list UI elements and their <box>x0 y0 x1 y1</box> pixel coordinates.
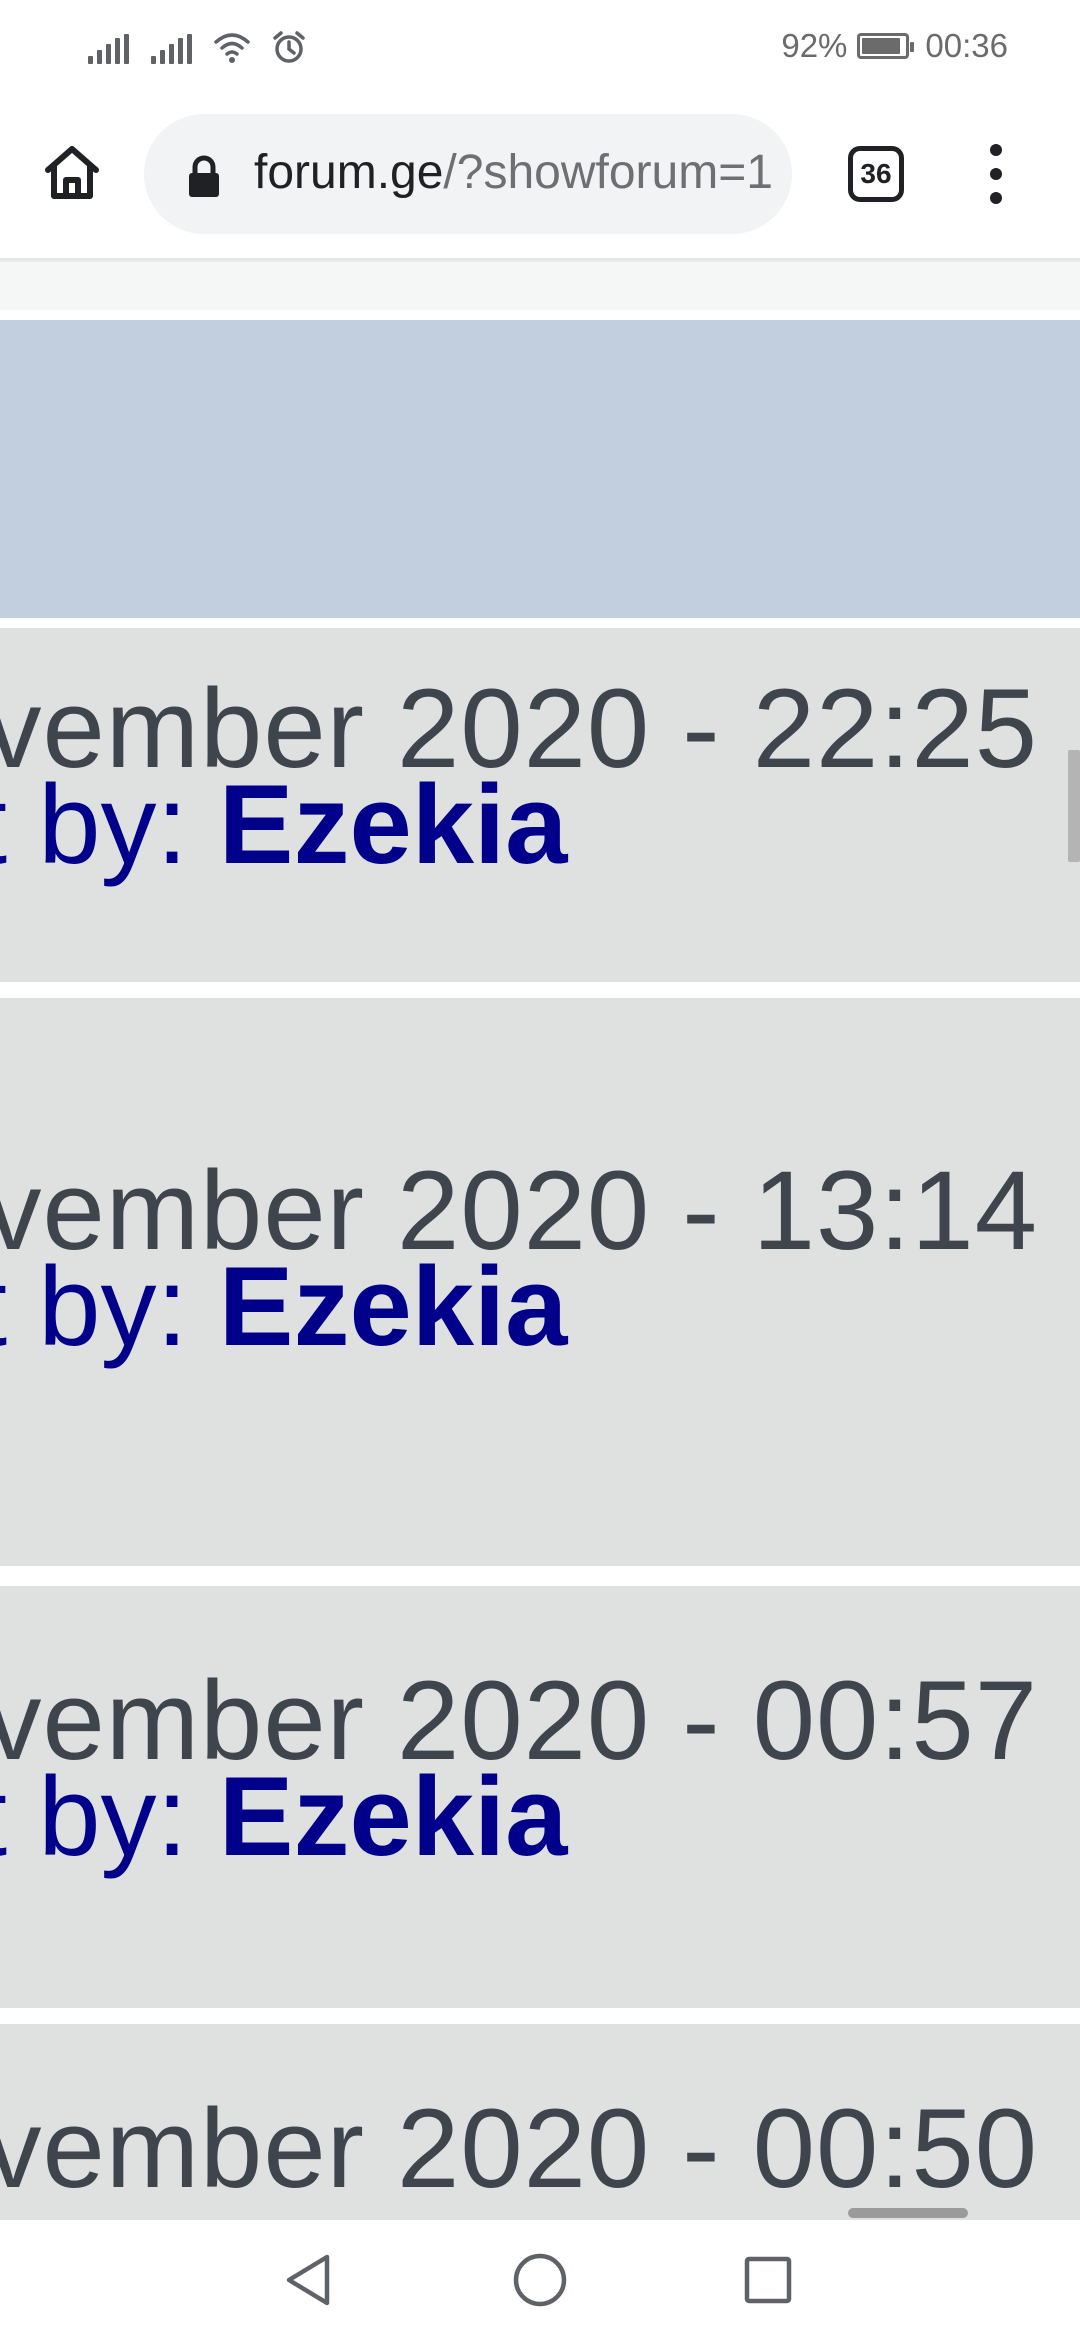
web-page[interactable]: vember 2020 - 22:25 t by: Ezekia vember … <box>0 262 1080 2220</box>
tabs-button[interactable]: 36 <box>848 146 904 202</box>
tab-count: 36 <box>860 158 892 189</box>
back-button[interactable] <box>278 2250 338 2310</box>
status-icons-left <box>88 28 306 64</box>
last-post-by: t by: Ezekia <box>0 1244 567 1370</box>
page-top-strip <box>0 262 1080 310</box>
alarm-icon <box>273 31 305 63</box>
post-row[interactable]: vember 2020 - 00:57 t by: Ezekia <box>0 1586 1080 2008</box>
post-row[interactable]: vember 2020 - 22:25 t by: Ezekia <box>0 628 1080 982</box>
lock-icon <box>189 155 219 197</box>
by-label: t by: <box>0 1244 219 1369</box>
menu-dot <box>990 168 1002 180</box>
vertical-scrollbar[interactable] <box>1068 750 1080 862</box>
menu-dot <box>990 192 1002 204</box>
last-post-by: t by: Ezekia <box>0 1754 567 1880</box>
post-row[interactable]: vember 2020 - 00:50 <box>0 2024 1080 2220</box>
url-domain: forum.ge <box>254 146 444 199</box>
battery-percent: 92% <box>781 27 848 64</box>
wifi-icon <box>214 33 250 63</box>
url-text: forum.ge/?showforum=1 <box>254 140 784 206</box>
menu-button[interactable] <box>968 140 1024 208</box>
author-link[interactable]: Ezekia <box>219 1244 568 1369</box>
url-path: /?showforum=1 <box>443 146 773 199</box>
recents-icon <box>744 2256 792 2304</box>
home-icon <box>45 146 99 199</box>
back-icon <box>286 2254 330 2306</box>
forum-header-bar <box>0 320 1080 618</box>
by-label: t by: <box>0 1754 219 1879</box>
home-nav-button[interactable] <box>510 2250 570 2310</box>
horizontal-scrollbar[interactable] <box>848 2208 968 2218</box>
home-button[interactable] <box>32 133 112 213</box>
by-label: t by: <box>0 762 219 887</box>
post-date: vember 2020 - 00:50 <box>0 2086 1038 2211</box>
status-bar: 92% 00:36 <box>0 0 1080 90</box>
battery-icon <box>857 33 915 59</box>
author-link[interactable]: Ezekia <box>219 762 568 887</box>
status-icons-right: 92% 00:36 <box>781 24 1008 68</box>
signal-icon <box>88 34 129 64</box>
address-bar[interactable]: forum.ge/?showforum=1 <box>144 114 792 234</box>
system-nav-bar <box>0 2220 1080 2340</box>
post-row[interactable]: vember 2020 - 13:14 t by: Ezekia <box>0 998 1080 1566</box>
clock: 00:36 <box>925 27 1008 64</box>
menu-dot <box>990 144 1002 156</box>
last-post-by: t by: Ezekia <box>0 762 567 888</box>
signal-icon <box>151 34 192 64</box>
recents-button[interactable] <box>738 2250 798 2310</box>
home-circle-icon <box>513 2253 567 2307</box>
browser-toolbar: forum.ge/?showforum=1 36 <box>0 90 1080 260</box>
author-link[interactable]: Ezekia <box>219 1754 568 1879</box>
